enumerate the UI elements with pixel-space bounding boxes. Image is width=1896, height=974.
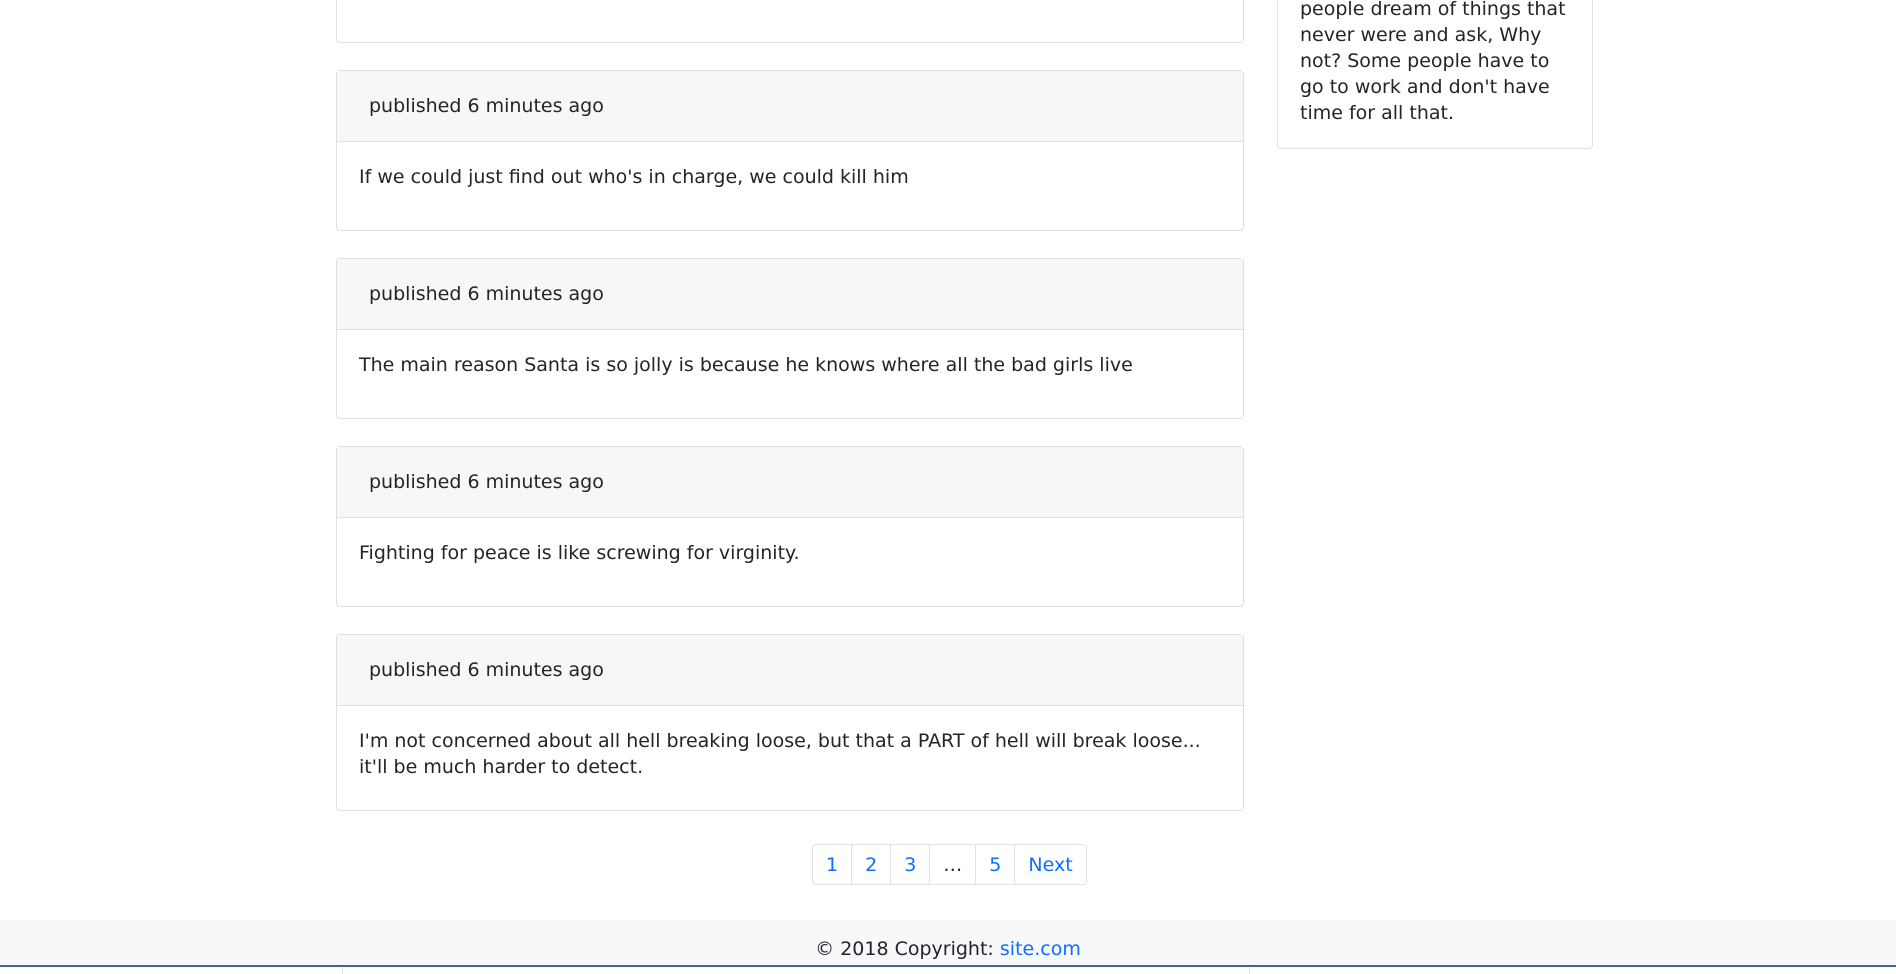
edge-divider: [1249, 967, 1250, 974]
posts-column: published 6 minutes ago If we could just…: [336, 0, 1244, 838]
page-link-1[interactable]: 1: [813, 845, 851, 884]
next-page-link[interactable]: Next: [1014, 845, 1085, 884]
post-text: Fighting for peace is like screwing for …: [359, 542, 800, 564]
pagination: 1 2 3 … 5 Next: [812, 844, 1087, 885]
post-card: published 6 minutes ago Fighting for pea…: [336, 446, 1244, 607]
post-text: If we could just find out who's in charg…: [359, 166, 909, 188]
bottom-edge-bar: [0, 965, 1896, 974]
edge-divider: [342, 967, 343, 974]
post-meta: published 6 minutes ago: [337, 635, 1243, 706]
post-card-partial: [336, 0, 1244, 43]
post-meta: published 6 minutes ago: [337, 71, 1243, 142]
post-card: published 6 minutes ago The main reason …: [336, 258, 1244, 419]
post-meta: published 6 minutes ago: [337, 259, 1243, 330]
post-meta: published 6 minutes ago: [337, 447, 1243, 518]
page-link-5[interactable]: 5: [975, 845, 1014, 884]
page: published 6 minutes ago If we could just…: [0, 0, 1896, 974]
page-link-3[interactable]: 3: [890, 845, 929, 884]
post-text: I'm not concerned about all hell breakin…: [359, 730, 1201, 778]
post-text: The main reason Santa is so jolly is bec…: [359, 354, 1133, 376]
copyright-text: © 2018 Copyright:: [815, 938, 994, 960]
page-ellipsis: …: [929, 845, 975, 884]
post-card: published 6 minutes ago If we could just…: [336, 70, 1244, 231]
site-link[interactable]: site.com: [1000, 938, 1081, 960]
post-card: published 6 minutes ago I'm not concerne…: [336, 634, 1244, 811]
page-link-2[interactable]: 2: [851, 845, 890, 884]
sidebar-card: people dream of things that never were a…: [1277, 0, 1593, 149]
sidebar-text: people dream of things that never were a…: [1300, 0, 1566, 124]
